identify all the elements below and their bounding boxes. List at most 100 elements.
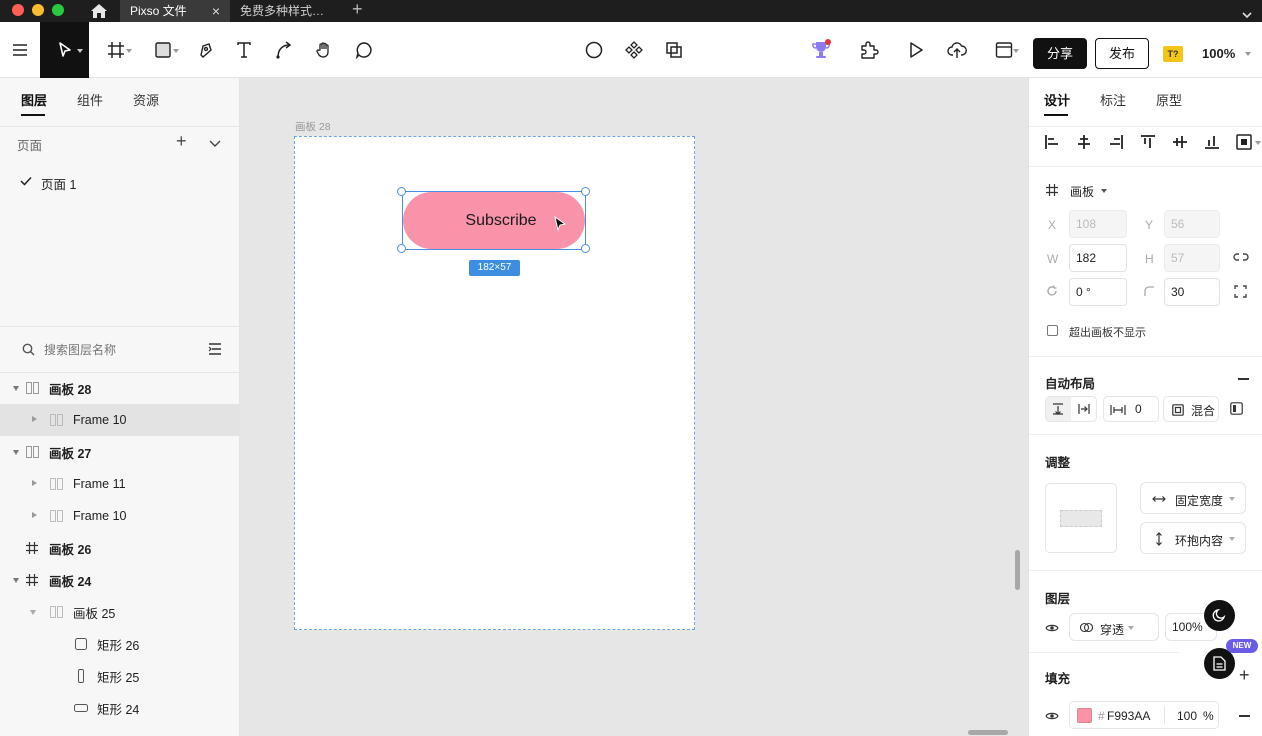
layer-frame-11[interactable]: Frame 11 (0, 468, 240, 500)
frame-tool-button[interactable] (98, 22, 134, 78)
hand-tool-button[interactable] (310, 22, 338, 78)
frame-icon (26, 574, 38, 586)
resize-handle[interactable] (581, 187, 590, 196)
frame-label[interactable]: 画板 28 (295, 119, 331, 134)
remove-auto-layout-icon[interactable] (1238, 378, 1249, 380)
tab-design[interactable]: 设计 (1044, 90, 1070, 109)
layer-artboard-24[interactable]: 画板 24 (0, 564, 240, 596)
pen-tool-button[interactable] (192, 22, 220, 78)
trophy-button[interactable] (806, 22, 836, 78)
tab-assets[interactable]: 资源 (133, 90, 159, 109)
page-item-1[interactable]: 页面 1 (41, 174, 76, 193)
vertical-direction-button[interactable] (1046, 397, 1071, 421)
tab-pixso-file[interactable]: Pixso 文件 × (120, 0, 230, 22)
close-tab-icon[interactable]: × (212, 0, 220, 22)
add-page-icon[interactable]: + (176, 131, 187, 152)
zoom-level[interactable]: 100% (1202, 46, 1235, 61)
tab-layers[interactable]: 图层 (21, 90, 47, 109)
horizontal-direction-button[interactable] (1072, 397, 1097, 421)
fill-hex-input[interactable]: F993AA (1107, 709, 1150, 723)
font-warning-badge[interactable]: T? (1163, 46, 1183, 62)
tab-prototype[interactable]: 原型 (1156, 90, 1182, 109)
export-button[interactable] (942, 22, 972, 78)
present-button[interactable] (902, 22, 930, 78)
layer-frame-10[interactable]: Frame 10 (0, 500, 240, 532)
layer-artboard-26[interactable]: 画板 26 (0, 532, 240, 564)
align-top-icon[interactable] (1141, 135, 1155, 149)
clip-content-checkbox[interactable] (1047, 325, 1058, 336)
tab-annotate[interactable]: 标注 (1100, 90, 1126, 109)
eye-icon[interactable] (1045, 711, 1059, 721)
resize-handle[interactable] (397, 187, 406, 196)
align-bottom-icon[interactable] (1205, 135, 1219, 149)
menu-icon[interactable] (0, 22, 40, 78)
connector-tool-button[interactable] (270, 22, 298, 78)
layer-artboard-27[interactable]: 画板 27 (0, 436, 240, 468)
align-left-icon[interactable] (1045, 135, 1059, 149)
arrow-down-icon (1053, 403, 1063, 415)
text-tool-button[interactable] (230, 22, 258, 78)
document-icon (1213, 656, 1226, 671)
width-input[interactable]: 182 (1069, 244, 1127, 272)
tab-components[interactable]: 组件 (77, 90, 103, 109)
resize-handle[interactable] (581, 244, 590, 253)
boolean-tool-button[interactable] (660, 22, 688, 78)
search-layers-input[interactable] (44, 340, 194, 360)
height-input[interactable]: 57 (1164, 244, 1220, 272)
publish-button[interactable]: 发布 (1095, 38, 1149, 69)
y-input[interactable]: 56 (1164, 210, 1220, 238)
align-center-vertical-icon[interactable] (1173, 135, 1187, 149)
maximize-window-button[interactable] (52, 4, 64, 16)
fill-color-swatch[interactable] (1077, 708, 1092, 723)
distribute-icon[interactable] (1236, 134, 1252, 150)
chevron-down-icon[interactable] (1242, 8, 1252, 22)
horizontal-scrollbar[interactable] (968, 730, 1008, 735)
vertical-scrollbar[interactable] (1015, 550, 1020, 590)
layout-settings-icon[interactable] (1230, 402, 1243, 415)
layout-button[interactable] (986, 22, 1022, 78)
shape-tool-button[interactable] (145, 22, 181, 78)
new-tab-icon[interactable]: + (352, 0, 363, 20)
layer-rectangle-24[interactable]: 矩形 24 (0, 692, 240, 724)
dark-mode-button[interactable] (1204, 600, 1235, 631)
padding-mode-field[interactable]: 混合 (1163, 396, 1219, 422)
frame-type-select[interactable]: 画板 (1070, 183, 1094, 200)
width-mode-select[interactable]: 固定宽度 (1140, 482, 1246, 514)
layer-rectangle-26[interactable]: 矩形 26 (0, 628, 240, 660)
chevron-down-icon[interactable] (209, 137, 221, 151)
fill-row[interactable]: # F993AA 100 % (1069, 701, 1219, 729)
layer-artboard-25[interactable]: 画板 25 (0, 596, 240, 628)
clip-content-label: 超出画板不显示 (1069, 327, 1146, 339)
comment-tool-button[interactable] (350, 22, 378, 78)
remove-fill-icon[interactable] (1239, 715, 1250, 717)
align-right-icon[interactable] (1109, 135, 1123, 149)
x-input[interactable]: 108 (1069, 210, 1127, 238)
home-icon[interactable] (90, 3, 108, 22)
layer-frame-10[interactable]: Frame 10 (0, 404, 240, 436)
fill-opacity-input[interactable]: 100 (1177, 709, 1197, 723)
add-fill-icon[interactable]: + (1239, 666, 1250, 684)
height-mode-select[interactable]: 环抱内容 (1140, 522, 1246, 554)
rotation-input[interactable]: 0 ° (1069, 278, 1127, 306)
blend-mode-select[interactable]: 穿透 (1069, 613, 1159, 641)
close-window-button[interactable] (12, 4, 24, 16)
share-button[interactable]: 分享 (1033, 38, 1087, 69)
plugin-button[interactable] (854, 22, 884, 78)
independent-corners-icon[interactable] (1234, 285, 1247, 298)
puzzle-icon (861, 41, 879, 59)
filter-icon[interactable] (208, 343, 222, 358)
corner-radius-input[interactable]: 30 (1164, 278, 1220, 306)
minimize-window-button[interactable] (32, 4, 44, 16)
spacing-field[interactable]: 0 (1103, 396, 1159, 422)
resize-handle[interactable] (397, 244, 406, 253)
ellipse-tool-button[interactable] (580, 22, 608, 78)
layer-artboard-28[interactable]: 画板 28 (0, 372, 240, 404)
align-center-horizontal-icon[interactable] (1077, 135, 1091, 149)
component-tool-button[interactable] (620, 22, 648, 78)
link-icon[interactable] (1233, 252, 1249, 262)
move-tool-button[interactable] (40, 22, 89, 78)
canvas[interactable]: 画板 28 Subscribe 182×57 (240, 78, 1028, 736)
eye-icon[interactable] (1045, 623, 1059, 633)
layer-rectangle-25[interactable]: 矩形 25 (0, 660, 240, 692)
tab-free-styles[interactable]: 免费多种样式… (230, 0, 340, 22)
